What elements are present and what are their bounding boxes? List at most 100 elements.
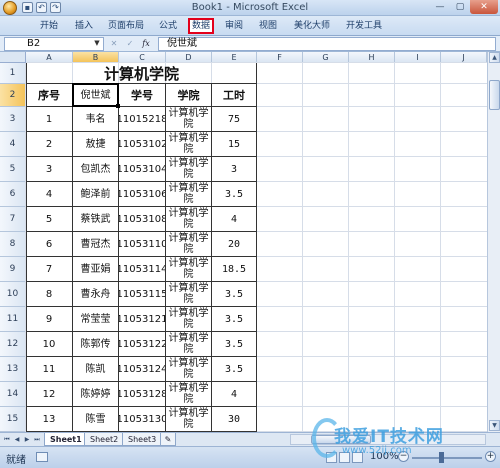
table-cell[interactable]: 3 [26, 157, 73, 182]
table-cell[interactable]: 11053121 [119, 307, 166, 332]
table-cell[interactable]: 11053104 [119, 157, 166, 182]
table-cell[interactable]: 2 [26, 132, 73, 157]
close-button[interactable]: ✕ [470, 0, 498, 14]
table-cell[interactable]: 10 [26, 332, 73, 357]
fill-handle[interactable] [116, 104, 120, 108]
table-cell[interactable]: 计算机学院 [166, 182, 212, 207]
tab-beautify-master[interactable]: 美化大师 [290, 18, 334, 34]
tab-insert[interactable]: 插入 [72, 18, 96, 34]
row-header[interactable]: 8 [0, 232, 26, 257]
table-cell[interactable]: 3.5 [212, 307, 257, 332]
table-cell[interactable]: 11053122 [119, 332, 166, 357]
vertical-scrollbar[interactable]: ▲ ▼ [487, 52, 500, 432]
tab-formulas[interactable]: 公式 [156, 18, 180, 34]
formula-input[interactable]: 倪世斌 [158, 37, 496, 51]
table-cell[interactable]: 1 [26, 107, 73, 132]
table-cell[interactable]: 3.5 [212, 357, 257, 382]
row-header[interactable]: 14 [0, 382, 26, 407]
row-header[interactable]: 4 [0, 132, 26, 157]
header-cell[interactable]: 工时 [212, 84, 257, 107]
table-cell[interactable]: 8 [26, 282, 73, 307]
select-all-corner[interactable] [0, 52, 26, 63]
vertical-scroll-thumb[interactable] [489, 80, 500, 110]
table-cell[interactable]: 11053128 [119, 382, 166, 407]
tab-view[interactable]: 视图 [256, 18, 280, 34]
row-header[interactable]: 9 [0, 257, 26, 282]
row-header[interactable]: 15 [0, 407, 26, 432]
table-cell[interactable]: 3 [212, 157, 257, 182]
table-cell[interactable]: 常莹莹 [73, 307, 119, 332]
table-cell[interactable]: 11053130 [119, 407, 166, 432]
scroll-up-icon[interactable]: ▲ [489, 52, 500, 63]
tab-review[interactable]: 审阅 [222, 18, 246, 34]
table-cell[interactable]: 30 [212, 407, 257, 432]
table-cell[interactable]: 3.5 [212, 182, 257, 207]
table-cell[interactable]: 计算机学院 [166, 232, 212, 257]
table-cell[interactable]: 3.5 [212, 282, 257, 307]
table-cell[interactable]: 包凯杰 [73, 157, 119, 182]
row-header[interactable]: 12 [0, 332, 26, 357]
table-cell[interactable]: 计算机学院 [166, 282, 212, 307]
prev-sheet-icon[interactable]: ◀ [12, 434, 22, 445]
row-header[interactable]: 7 [0, 207, 26, 232]
table-cell[interactable]: 6 [26, 232, 73, 257]
sheet-title-cell[interactable]: 计算机学院 [26, 63, 257, 84]
table-cell[interactable]: 11015218 [119, 107, 166, 132]
table-cell[interactable]: 曹亚娟 [73, 257, 119, 282]
table-cell[interactable]: 计算机学院 [166, 407, 212, 432]
tab-page-layout[interactable]: 页面布局 [104, 18, 148, 34]
enter-icon[interactable]: ✓ [124, 38, 136, 49]
header-cell[interactable]: 学院 [166, 84, 212, 107]
table-cell[interactable]: 20 [212, 232, 257, 257]
table-cell[interactable]: 陈郭传 [73, 332, 119, 357]
table-cell[interactable]: 12 [26, 382, 73, 407]
sheet-tab-sheet2[interactable]: Sheet2 [84, 433, 125, 446]
insert-sheet-icon[interactable]: ✎ [160, 433, 176, 446]
table-cell[interactable]: 曹永舟 [73, 282, 119, 307]
table-cell[interactable]: 4 [26, 182, 73, 207]
table-cell[interactable]: 计算机学院 [166, 332, 212, 357]
table-cell[interactable]: 陈凯 [73, 357, 119, 382]
table-cell[interactable]: 计算机学院 [166, 207, 212, 232]
cancel-icon[interactable]: ✕ [108, 38, 120, 49]
row-header[interactable]: 10 [0, 282, 26, 307]
table-cell[interactable]: 韦名 [73, 107, 119, 132]
row-header[interactable]: 3 [0, 107, 26, 132]
table-cell[interactable]: 3.5 [212, 332, 257, 357]
row-header[interactable]: 11 [0, 307, 26, 332]
tab-data[interactable]: 数据 [188, 18, 214, 34]
name-box-dropdown-icon[interactable]: ▼ [92, 38, 102, 49]
table-cell[interactable]: 曹冠杰 [73, 232, 119, 257]
row-header[interactable]: 6 [0, 182, 26, 207]
first-sheet-icon[interactable]: ⏮ [2, 434, 12, 445]
table-cell[interactable]: 计算机学院 [166, 382, 212, 407]
header-cell[interactable]: 学号 [119, 84, 166, 107]
table-cell[interactable]: 4 [212, 382, 257, 407]
table-cell[interactable]: 11053124 [119, 357, 166, 382]
insert-function-icon[interactable]: fx [140, 38, 152, 49]
table-cell[interactable]: 蔡铁武 [73, 207, 119, 232]
table-cell[interactable]: 敖捷 [73, 132, 119, 157]
table-cell[interactable]: 陈雪 [73, 407, 119, 432]
table-cell[interactable]: 计算机学院 [166, 357, 212, 382]
tab-home[interactable]: 开始 [36, 18, 62, 34]
table-cell[interactable]: 7 [26, 257, 73, 282]
sheet-tab-sheet3[interactable]: Sheet3 [122, 433, 163, 446]
table-cell[interactable]: 4 [212, 207, 257, 232]
table-cell[interactable]: 计算机学院 [166, 157, 212, 182]
table-cell[interactable]: 11053106 [119, 182, 166, 207]
name-box[interactable]: B2 [4, 37, 104, 51]
worksheet-grid[interactable]: ABCDEFGHIJ12345678910111213141516计算机学院序号… [0, 52, 487, 432]
table-cell[interactable]: 计算机学院 [166, 132, 212, 157]
maximize-button[interactable]: ▢ [450, 0, 470, 14]
table-cell[interactable]: 计算机学院 [166, 257, 212, 282]
table-cell[interactable]: 11053114 [119, 257, 166, 282]
row-header[interactable]: 2 [0, 84, 26, 107]
table-cell[interactable]: 11053110 [119, 232, 166, 257]
table-cell[interactable]: 11053108 [119, 207, 166, 232]
table-cell[interactable]: 11053102 [119, 132, 166, 157]
table-cell[interactable]: 11 [26, 357, 73, 382]
table-cell[interactable]: 18.5 [212, 257, 257, 282]
table-cell[interactable]: 15 [212, 132, 257, 157]
table-cell[interactable]: 陈婷婷 [73, 382, 119, 407]
